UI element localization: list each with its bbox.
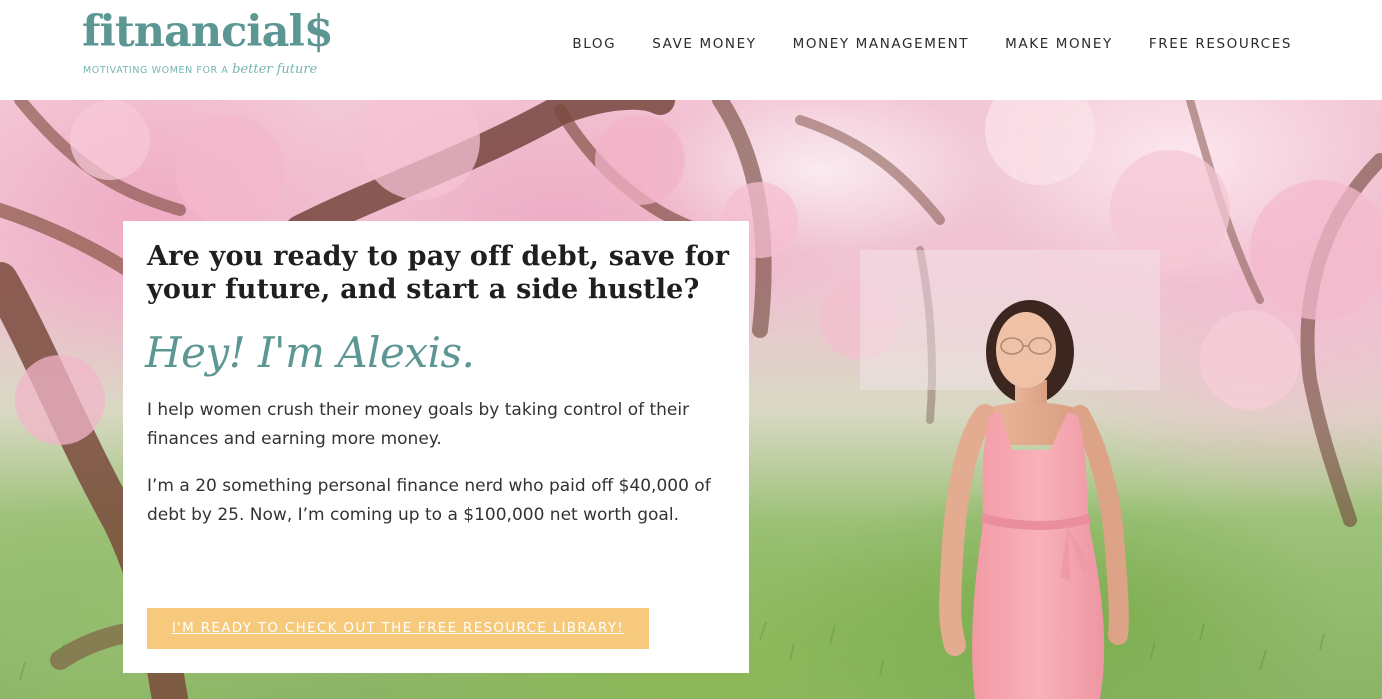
site-header: fitnancial$ MOTIVATING WOMEN FOR A bette… — [0, 0, 1382, 100]
hero-card: Are you ready to pay off debt, save for … — [123, 221, 749, 673]
hero-greeting: Hey! I'm Alexis. — [145, 328, 475, 377]
logo-tagline: MOTIVATING WOMEN FOR A better future — [83, 62, 317, 77]
site-logo[interactable]: fitnancial$ MOTIVATING WOMEN FOR A bette… — [82, 4, 342, 90]
nav-money-management[interactable]: MONEY MANAGEMENT — [793, 32, 970, 56]
hero-headline: Are you ready to pay off debt, save for … — [147, 241, 730, 305]
logo-tagline-main: MOTIVATING WOMEN FOR A — [83, 65, 233, 76]
logo-tagline-script: better future — [232, 62, 318, 77]
logo-wordmark: fitnancial$ — [82, 7, 334, 57]
hero-bio-text: I’m a 20 something personal finance nerd… — [147, 476, 711, 525]
hero-intro-text: I help women crush their money goals by … — [147, 400, 690, 449]
nav-blog[interactable]: BLOG — [572, 32, 616, 56]
hero-section: Are you ready to pay off debt, save for … — [0, 100, 1382, 699]
main-nav: BLOG SAVE MONEY MONEY MANAGEMENT MAKE MO… — [572, 32, 1292, 56]
nav-make-money[interactable]: MAKE MONEY — [1005, 32, 1113, 56]
nav-free-resources[interactable]: FREE RESOURCES — [1149, 32, 1292, 56]
resource-library-cta-button[interactable]: I'M READY TO CHECK OUT THE FREE RESOURCE… — [147, 608, 649, 649]
nav-save-money[interactable]: SAVE MONEY — [652, 32, 756, 56]
